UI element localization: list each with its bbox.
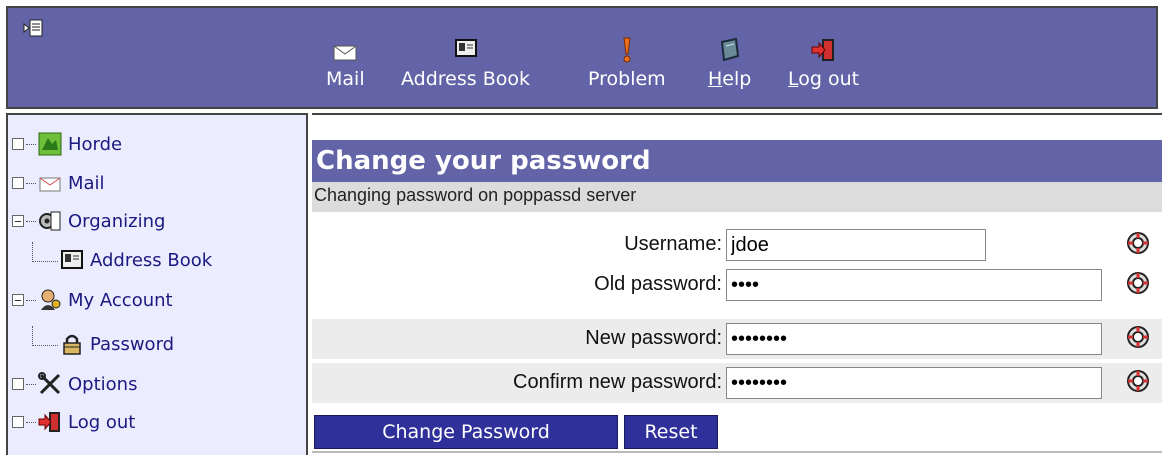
- form-row-confirm-password: Confirm new password:: [312, 363, 1162, 403]
- horde-icon: [38, 132, 62, 156]
- tree-expander[interactable]: [12, 416, 24, 428]
- sidebar-item-label: Address Book: [90, 249, 213, 271]
- help-lifebuoy-icon[interactable]: [1126, 271, 1150, 295]
- sidebar: Horde Mail Organizing Address Book My Ac…: [6, 113, 308, 455]
- change-password-button[interactable]: Change Password: [314, 415, 618, 449]
- sidebar-item-password[interactable]: Password: [32, 326, 175, 361]
- sidebar-item-label: Organizing: [68, 210, 166, 232]
- logout-icon: [38, 412, 60, 432]
- toolbar-mail-button[interactable]: Mail: [326, 36, 365, 89]
- organizing-icon: [39, 211, 61, 231]
- toolbar-problem-label: Problem: [588, 68, 666, 90]
- tree-expander[interactable]: [12, 138, 24, 150]
- reset-button[interactable]: Reset: [624, 415, 718, 449]
- toolbar-logout-button[interactable]: Log out: [788, 36, 859, 89]
- toolbar-logout-label: Log out: [788, 68, 860, 90]
- page-title: Change your password: [312, 140, 1162, 182]
- tree-collapser[interactable]: [12, 294, 24, 306]
- old-password-label: Old password:: [594, 273, 722, 295]
- mail-icon: [333, 45, 357, 61]
- tree-collapser[interactable]: [12, 215, 24, 227]
- menu-toggle-icon[interactable]: [22, 18, 44, 38]
- sidebar-item-options[interactable]: Options: [12, 367, 137, 401]
- sidebar-item-my-account[interactable]: My Account: [12, 283, 173, 317]
- username-input[interactable]: [726, 229, 986, 261]
- sidebar-item-label: Log out: [68, 411, 136, 433]
- confirm-password-input[interactable]: [726, 367, 1102, 399]
- sidebar-item-label: Horde: [68, 133, 123, 155]
- form-row-username: Username:: [312, 225, 1162, 265]
- toolbar-problem-button[interactable]: Problem: [588, 36, 666, 89]
- problem-icon: [623, 37, 631, 63]
- sidebar-item-label: My Account: [68, 289, 173, 311]
- options-icon: [38, 372, 61, 395]
- new-password-label: New password:: [585, 327, 722, 349]
- sidebar-item-label: Password: [90, 333, 175, 355]
- toolbar-mail-label: Mail: [326, 68, 365, 90]
- help-lifebuoy-icon[interactable]: [1126, 369, 1150, 393]
- old-password-input[interactable]: [726, 269, 1102, 301]
- toolbar-help-label: Help: [708, 68, 752, 90]
- toolbar-help-button[interactable]: Help: [708, 36, 751, 89]
- help-lifebuoy-icon[interactable]: [1126, 325, 1150, 349]
- tree-expander[interactable]: [12, 177, 24, 189]
- new-password-input[interactable]: [726, 323, 1102, 355]
- username-label: Username:: [624, 233, 722, 255]
- toolbar-address-book-label: Address Book: [401, 68, 530, 90]
- sidebar-item-mail[interactable]: Mail: [12, 166, 105, 200]
- toolbar-address-book-button[interactable]: Address Book: [401, 36, 530, 89]
- help-lifebuoy-icon[interactable]: [1126, 231, 1150, 255]
- sidebar-item-address-book[interactable]: Address Book: [32, 242, 213, 277]
- sidebar-item-label: Mail: [68, 172, 105, 194]
- divider: [312, 113, 1162, 115]
- top-toolbar: Mail Address Book Problem Help Log out: [6, 6, 1158, 109]
- confirm-password-label: Confirm new password:: [513, 371, 722, 393]
- sidebar-item-label: Options: [68, 373, 138, 395]
- logout-icon: [811, 39, 834, 61]
- address-book-icon: [454, 39, 477, 57]
- divider: [312, 451, 1162, 453]
- form-row-old-password: Old password:: [312, 265, 1162, 305]
- lock-icon: [63, 334, 81, 355]
- sidebar-item-horde[interactable]: Horde: [12, 127, 122, 161]
- sidebar-item-organizing[interactable]: Organizing: [12, 204, 165, 238]
- form-row-new-password: New password:: [312, 319, 1162, 359]
- tree-expander[interactable]: [12, 378, 24, 390]
- main-content: Change your password Changing password o…: [312, 113, 1162, 455]
- help-icon: [720, 37, 739, 62]
- sidebar-item-logout[interactable]: Log out: [12, 405, 135, 439]
- my-account-icon: [41, 289, 61, 310]
- mail-icon: [39, 177, 61, 192]
- address-book-icon: [61, 250, 83, 269]
- form-actions: Change Password Reset: [312, 413, 1162, 455]
- page-subtitle: Changing password on poppassd server: [312, 182, 1162, 212]
